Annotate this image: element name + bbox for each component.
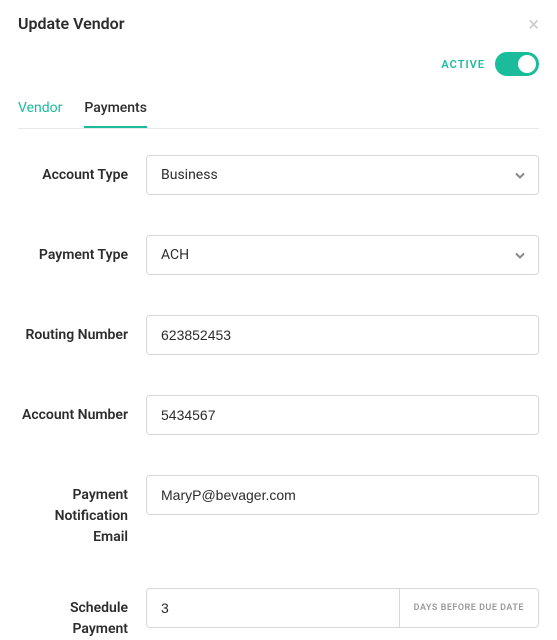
tabs: Vendor Payments [18, 100, 539, 129]
payment-notification-email-input[interactable] [146, 475, 539, 515]
toggle-knob [518, 55, 536, 73]
account-number-input[interactable] [146, 395, 539, 435]
payment-notification-email-label: Payment Notification Email [18, 475, 146, 548]
account-number-label: Account Number [18, 395, 146, 426]
schedule-payment-suffix: DAYS BEFORE DUE DATE [399, 588, 539, 628]
status-label: ACTIVE [441, 58, 485, 71]
schedule-payment-label: Schedule Payment [18, 588, 146, 640]
routing-number-label: Routing Number [18, 315, 146, 346]
active-toggle[interactable] [495, 52, 539, 76]
payment-type-select[interactable]: ACH [146, 235, 539, 275]
account-type-label: Account Type [18, 155, 146, 186]
account-type-select[interactable]: Business [146, 155, 539, 195]
tab-payments[interactable]: Payments [84, 100, 147, 128]
payment-type-label: Payment Type [18, 235, 146, 266]
tab-vendor[interactable]: Vendor [18, 100, 62, 128]
form: Account Type Business Payment Type ACH R… [18, 155, 539, 640]
modal-title: Update Vendor [18, 14, 124, 33]
close-icon[interactable]: × [528, 14, 539, 34]
routing-number-input[interactable] [146, 315, 539, 355]
schedule-payment-input[interactable] [146, 588, 399, 628]
